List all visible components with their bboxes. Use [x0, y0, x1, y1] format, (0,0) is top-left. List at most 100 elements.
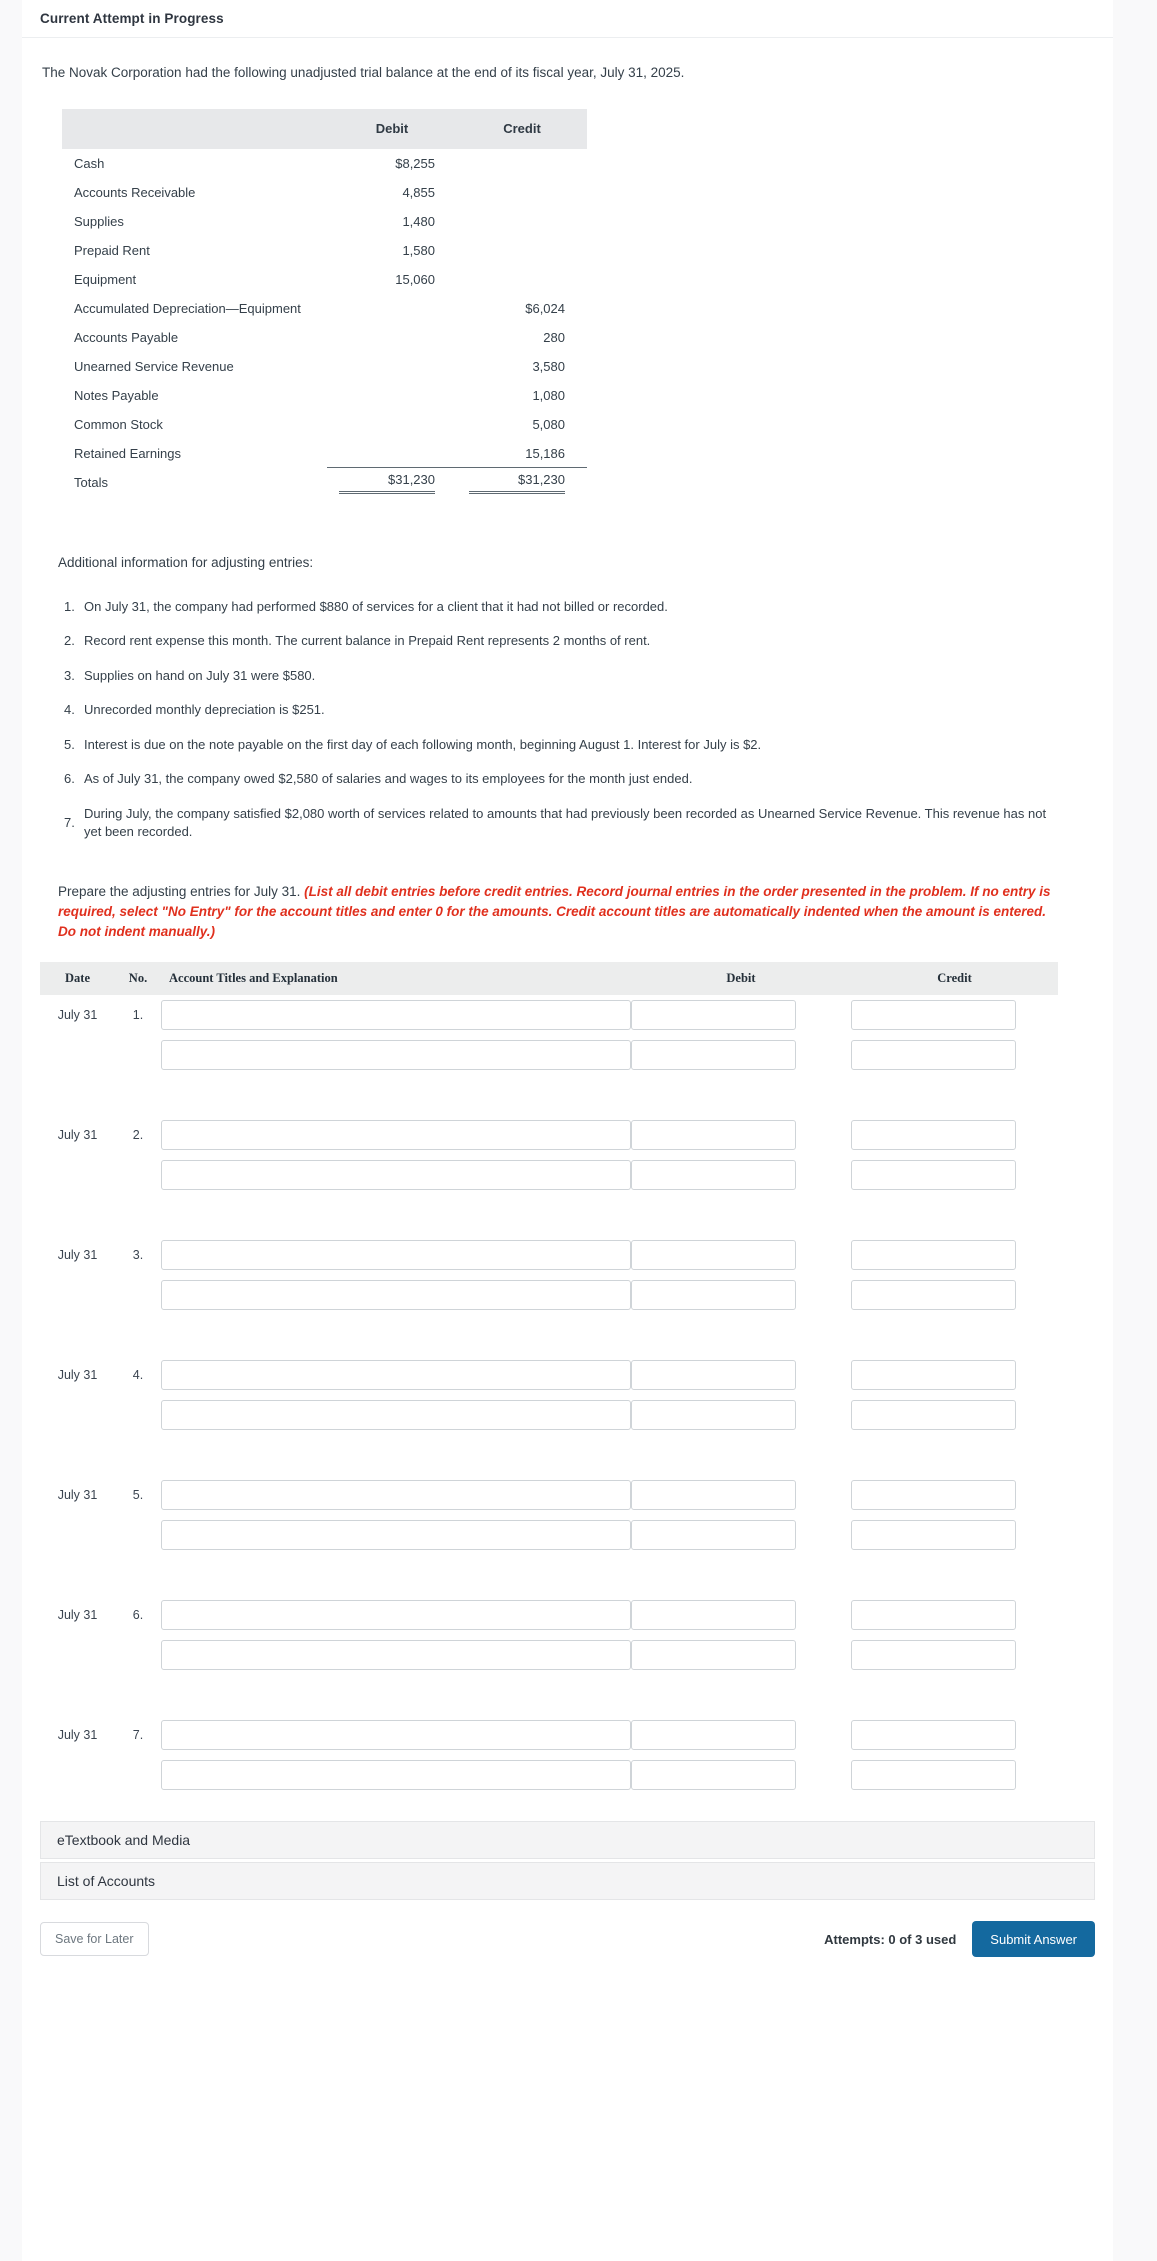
- journal-row-spacer: [40, 1315, 1058, 1355]
- journal-no: 1.: [132, 1008, 144, 1023]
- etextbook-and-media-accordion[interactable]: eTextbook and Media: [40, 1821, 1095, 1860]
- journal-debit-input[interactable]: [631, 1040, 796, 1071]
- journal-credit-input[interactable]: [851, 1480, 1016, 1511]
- journal-account-input[interactable]: [161, 1400, 631, 1431]
- journal-debit-input[interactable]: [631, 1280, 796, 1311]
- journal-debit-input[interactable]: [631, 1720, 796, 1751]
- journal-credit-input[interactable]: [851, 1520, 1016, 1551]
- list-item-number: 6.: [64, 771, 75, 787]
- table-row: Unearned Service Revenue 3,580: [62, 352, 587, 381]
- journal-account-input[interactable]: [161, 1760, 631, 1791]
- tb-debit: [327, 439, 457, 468]
- journal-date: July 31: [57, 1248, 98, 1263]
- journal-no: [115, 1755, 161, 1795]
- journal-account-input[interactable]: [161, 1520, 631, 1551]
- attempt-header: Current Attempt in Progress: [22, 0, 1113, 38]
- tb-debit: [327, 294, 457, 323]
- journal-account-input[interactable]: [161, 1160, 631, 1191]
- journal-account-cell: [161, 1115, 631, 1155]
- submit-answer-button[interactable]: Submit Answer: [972, 1921, 1095, 1958]
- journal-account-input[interactable]: [161, 1640, 631, 1671]
- journal-account-input[interactable]: [161, 1120, 631, 1151]
- journal-entry-row: [40, 1755, 1058, 1795]
- tb-debit: [327, 323, 457, 352]
- tb-credit: [457, 236, 587, 265]
- accordion-label: eTextbook and Media: [57, 1832, 191, 1849]
- journal-account-input[interactable]: [161, 1360, 631, 1391]
- list-item-text: As of July 31, the company owed $2,580 o…: [84, 771, 693, 787]
- journal-date: July 31: [57, 1128, 98, 1143]
- journal-debit-input[interactable]: [631, 1400, 796, 1431]
- journal-credit-input[interactable]: [851, 1760, 1016, 1791]
- tb-account: Common Stock: [74, 416, 163, 432]
- journal-debit-input[interactable]: [631, 1760, 796, 1791]
- journal-account-input[interactable]: [161, 1000, 631, 1031]
- journal-account-input[interactable]: [161, 1720, 631, 1751]
- tb-credit: 1,080: [532, 387, 565, 403]
- journal-credit-input[interactable]: [851, 1160, 1016, 1191]
- list-item-number: 2.: [64, 633, 75, 649]
- journal-entry-row: July 31 3.: [40, 1235, 1058, 1275]
- journal-credit-cell: [851, 1115, 1058, 1155]
- tb-totals-credit-value: $31,230: [469, 472, 565, 494]
- journal-account-cell: [161, 1035, 631, 1075]
- spacer-cell: [40, 1435, 1058, 1475]
- table-row: Accounts Receivable 4,855: [62, 178, 587, 207]
- journal-debit-cell: [631, 1115, 851, 1155]
- journal-debit-cell: [631, 1395, 851, 1435]
- journal-debit-input[interactable]: [631, 1000, 796, 1031]
- journal-debit-input[interactable]: [631, 1160, 796, 1191]
- tb-account: Unearned Service Revenue: [74, 358, 234, 374]
- journal-account-cell: [161, 1715, 631, 1755]
- journal-account-input[interactable]: [161, 1040, 631, 1071]
- prepare-instructions: Prepare the adjusting entries for July 3…: [40, 858, 1095, 943]
- journal-account-input[interactable]: [161, 1480, 631, 1511]
- footer-right-group: Attempts: 0 of 3 used Submit Answer: [824, 1921, 1095, 1958]
- table-row: Equipment 15,060: [62, 265, 587, 294]
- journal-debit-input[interactable]: [631, 1360, 796, 1391]
- journal-entry-row: July 31 6.: [40, 1595, 1058, 1635]
- tb-credit: [457, 178, 587, 207]
- journal-debit-input[interactable]: [631, 1520, 796, 1551]
- journal-credit-input[interactable]: [851, 1000, 1016, 1031]
- journal-debit-input[interactable]: [631, 1240, 796, 1271]
- journal-credit-input[interactable]: [851, 1240, 1016, 1271]
- tb-totals-credit: $31,230: [457, 467, 587, 497]
- journal-credit-input[interactable]: [851, 1400, 1016, 1431]
- journal-debit-input[interactable]: [631, 1120, 796, 1151]
- additional-info-section: Additional information for adjusting ent…: [22, 497, 1113, 942]
- tb-col-credit: Credit: [457, 108, 587, 149]
- journal-account-input[interactable]: [161, 1280, 631, 1311]
- journal-no: [115, 1035, 161, 1075]
- journal-account-input[interactable]: [161, 1240, 631, 1271]
- journal-date: [40, 1155, 115, 1195]
- journal-date: July 31: [57, 1008, 98, 1023]
- trial-balance-section: Debit Credit Cash $8,255 Accounts Receiv…: [22, 83, 1113, 497]
- list-item-number: 1.: [64, 598, 75, 614]
- journal-credit-input[interactable]: [851, 1040, 1016, 1071]
- journal-no: 7.: [132, 1728, 144, 1743]
- journal-credit-input[interactable]: [851, 1720, 1016, 1751]
- journal-credit-input[interactable]: [851, 1360, 1016, 1391]
- list-of-accounts-accordion[interactable]: List of Accounts: [40, 1862, 1095, 1901]
- journal-row-spacer: [40, 1675, 1058, 1715]
- journal-col-date: Date: [40, 962, 115, 996]
- journal-date: [40, 1035, 115, 1075]
- tb-account: Accounts Payable: [74, 329, 179, 345]
- journal-account-input[interactable]: [161, 1600, 631, 1631]
- journal-credit-input[interactable]: [851, 1600, 1016, 1631]
- tb-account: Accounts Receivable: [74, 184, 196, 200]
- journal-credit-input[interactable]: [851, 1120, 1016, 1151]
- journal-debit-input[interactable]: [631, 1480, 796, 1511]
- journal-debit-input[interactable]: [631, 1600, 796, 1631]
- tb-col-debit: Debit: [327, 108, 457, 149]
- journal-credit-input[interactable]: [851, 1640, 1016, 1671]
- journal-account-cell: [161, 1595, 631, 1635]
- save-for-later-button[interactable]: Save for Later: [40, 1922, 149, 1957]
- journal-debit-input[interactable]: [631, 1640, 796, 1671]
- tb-totals-label: Totals: [74, 474, 108, 490]
- journal-credit-input[interactable]: [851, 1280, 1016, 1311]
- journal-col-debit: Debit: [631, 962, 851, 996]
- list-item: 2. Record rent expense this month. The c…: [40, 632, 1095, 650]
- journal-credit-cell: [851, 1155, 1058, 1195]
